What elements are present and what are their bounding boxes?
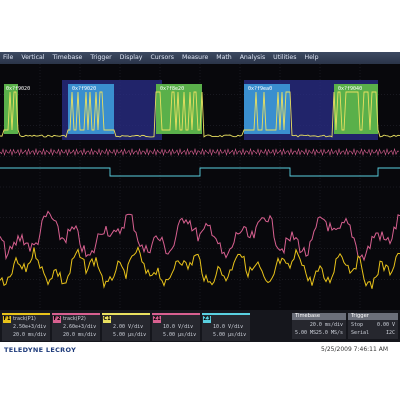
c1-vdiv: 2.00 V/div xyxy=(113,324,144,330)
f1-name: track(P1) xyxy=(13,316,36,322)
waveform-grid: 0x?f9020 0x?f9020 0x?f8e20 0x?f9ea0 0x?f… xyxy=(0,64,400,310)
z3-tag: Z3 xyxy=(203,316,211,323)
decode-label-2: 0x?f9020 xyxy=(72,86,96,92)
c1-tag: C1 xyxy=(103,316,111,323)
z3-vdiv: 10.0 V/div xyxy=(213,324,244,330)
menu-bar: File Vertical Timebase Trigger Display C… xyxy=(0,52,400,64)
trigger-box[interactable]: Trigger Stop 0.00 V Serial I2C xyxy=(348,313,398,339)
timebase-rate: 25.0 MS/s xyxy=(315,330,343,336)
timebase-header: Timebase xyxy=(292,313,346,320)
channel-c1-box[interactable]: C1 2.00 V/div 5.00 µs/div xyxy=(102,313,150,341)
f2-name: track(P2) xyxy=(63,316,86,322)
trigger-level: 0.00 V xyxy=(376,322,395,328)
trigger-protocol: I2C xyxy=(385,330,395,336)
decode-label-5: 0x?f9040 xyxy=(338,86,362,92)
z1-vdiv: 10.0 V/div xyxy=(163,324,194,330)
menu-timebase[interactable]: Timebase xyxy=(52,52,82,64)
brand-logo: TELEDYNE LECROY xyxy=(4,346,77,354)
channel-f1-box[interactable]: F1 track(P1) 2.50e+3/div 20.0 ms/div xyxy=(2,313,50,341)
c1-tdiv: 5.00 µs/div xyxy=(113,332,147,338)
channel-z1-box[interactable]: Z1 10.0 V/div 5.00 µs/div xyxy=(152,313,200,341)
menu-help[interactable]: Help xyxy=(304,52,318,64)
menu-cursors[interactable]: Cursors xyxy=(150,52,174,64)
menu-vertical[interactable]: Vertical xyxy=(21,52,44,64)
menu-math[interactable]: Math xyxy=(216,52,231,64)
z3-tdiv: 5.00 µs/div xyxy=(213,332,247,338)
f1-tdiv: 20.0 ms/div xyxy=(13,332,47,338)
channel-f2-box[interactable]: F2 track(P2) 2.60e+3/div 20.0 ms/div xyxy=(52,313,100,341)
f1-tag: F1 xyxy=(3,316,11,323)
f2-tdiv: 20.0 ms/div xyxy=(63,332,97,338)
f2-tag: F2 xyxy=(53,316,61,323)
decode-label-1: 0x?f9020 xyxy=(6,86,30,92)
menu-measure[interactable]: Measure xyxy=(182,52,208,64)
channel-z3-box[interactable]: Z3 10.0 V/div 5.00 µs/div xyxy=(202,313,250,341)
decode-label-3: 0x?f8e20 xyxy=(160,86,184,92)
timebase-tdiv: 20.0 ms/div xyxy=(309,322,343,328)
trigger-header: Trigger xyxy=(348,313,398,320)
decode-label-4: 0x?f9ea0 xyxy=(248,86,272,92)
timebase-box[interactable]: Timebase 20.0 ms/div 5.00 MS 25.0 MS/s xyxy=(292,313,346,339)
oscilloscope-display: File Vertical Timebase Trigger Display C… xyxy=(0,52,400,342)
menu-file[interactable]: File xyxy=(3,52,13,64)
channel-descriptor-bar: F1 track(P1) 2.50e+3/div 20.0 ms/div F2 … xyxy=(0,310,400,342)
f2-vdiv: 2.60e+3/div xyxy=(63,324,97,330)
menu-utilities[interactable]: Utilities xyxy=(273,52,296,64)
menu-display[interactable]: Display xyxy=(120,52,143,64)
z1-tdiv: 5.00 µs/div xyxy=(163,332,197,338)
z1-tag: Z1 xyxy=(153,316,161,323)
menu-analysis[interactable]: Analysis xyxy=(240,52,266,64)
menu-trigger[interactable]: Trigger xyxy=(90,52,111,64)
timestamp: 5/25/2009 7:46:11 AM xyxy=(321,346,388,353)
f1-vdiv: 2.50e+3/div xyxy=(13,324,47,330)
